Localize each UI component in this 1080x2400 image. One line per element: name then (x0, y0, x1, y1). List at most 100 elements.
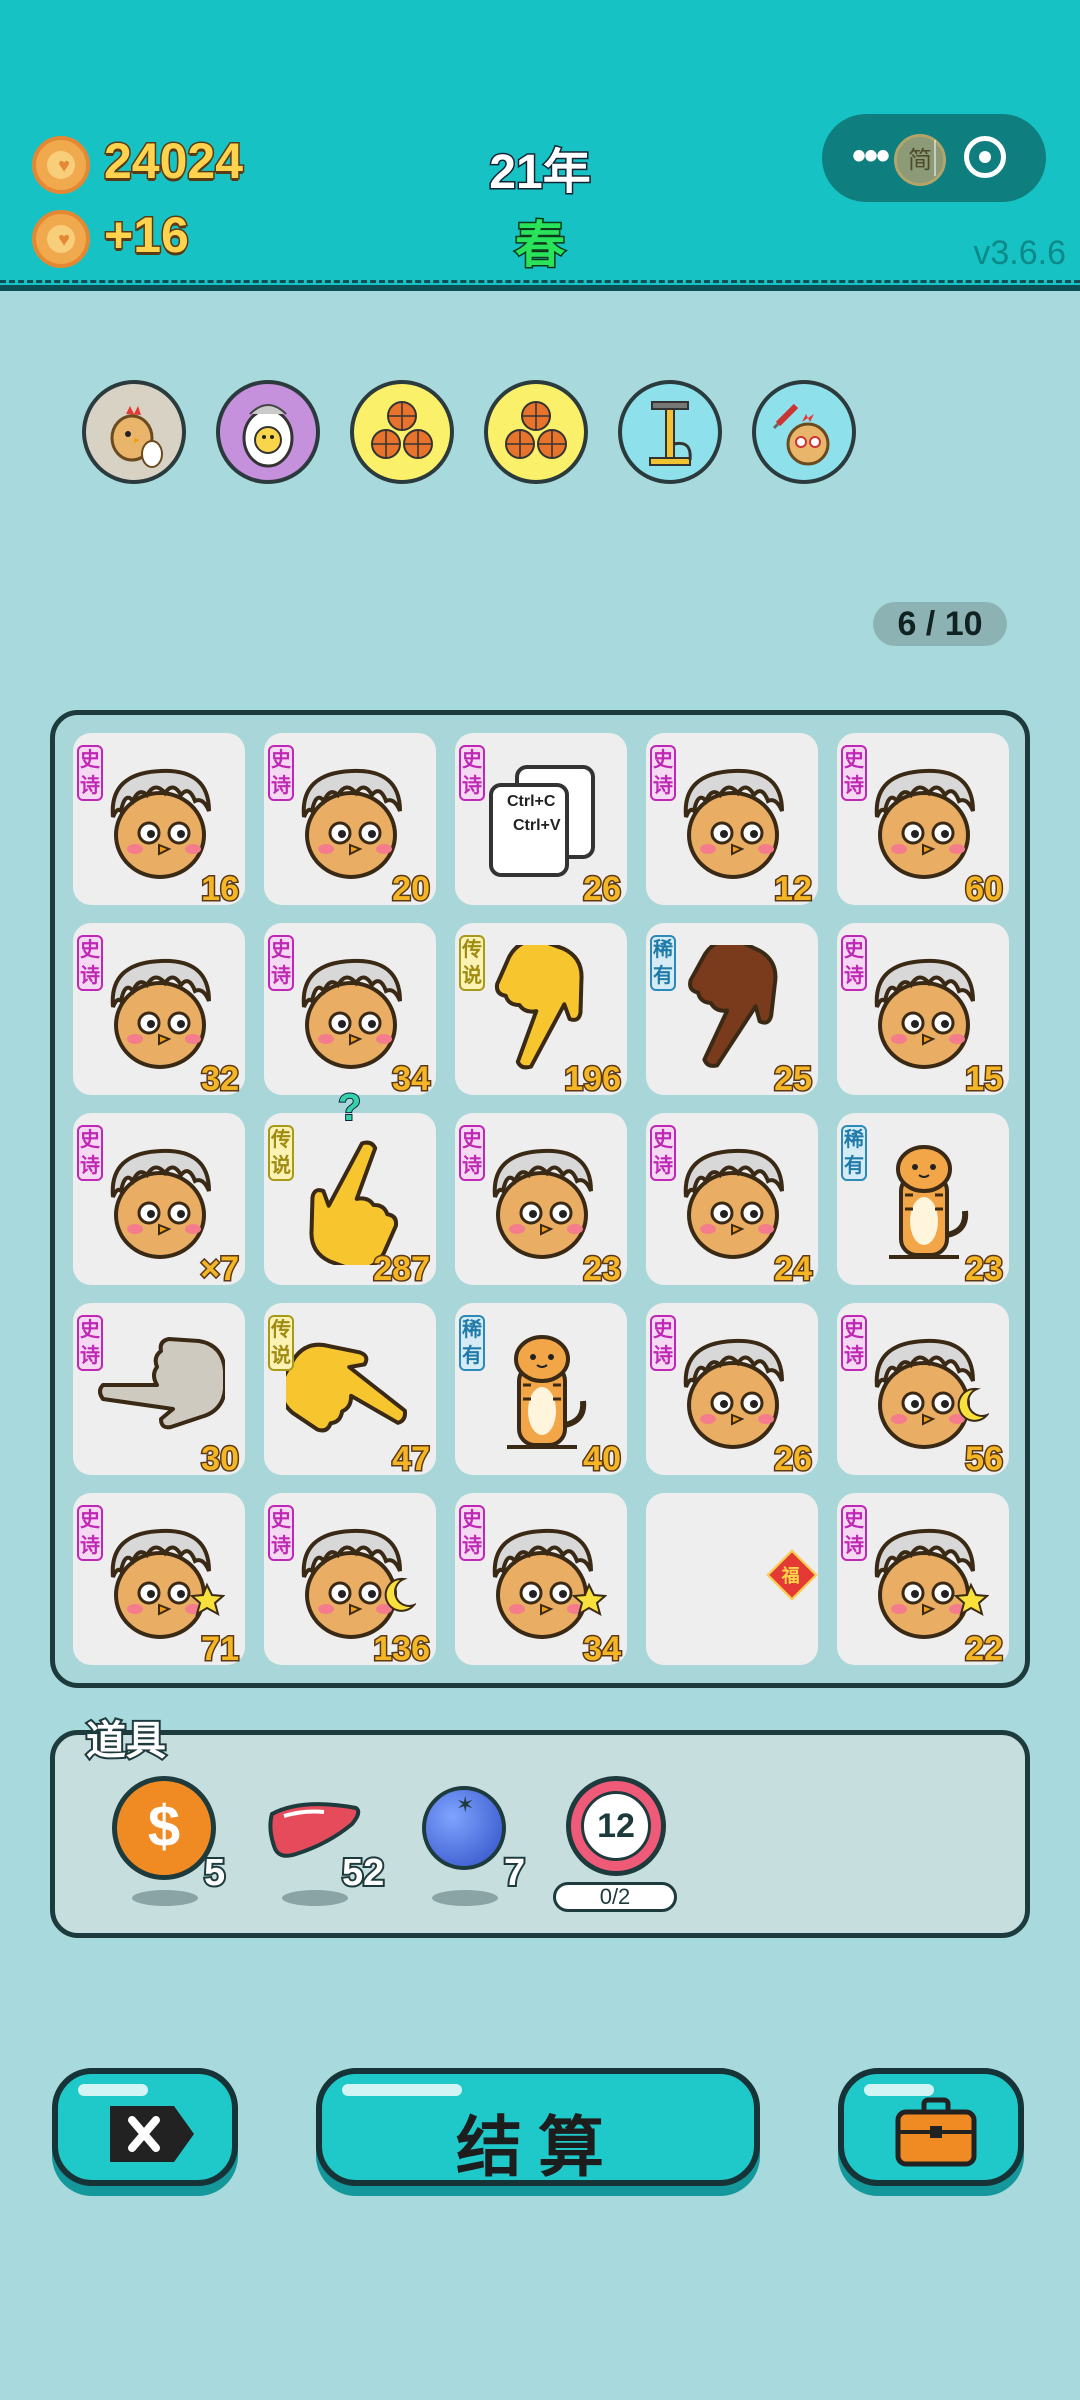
button-shine (864, 2084, 934, 2096)
ikun-chick-icon (301, 958, 402, 1069)
board-cell[interactable]: 传说 47 (264, 1303, 436, 1480)
ikun-chick-icon (683, 1148, 784, 1259)
syringe-chick-icon (772, 403, 830, 466)
coin-symbol: $ (147, 1794, 181, 1859)
item-value: 56 (964, 1439, 1005, 1480)
prop-shadow (432, 1890, 498, 1906)
board-cell[interactable]: 史诗 22 (837, 1493, 1009, 1670)
ability-syringe-chick[interactable] (752, 380, 856, 484)
rarity-tag: 史诗 (841, 1315, 867, 1371)
ikun-chick-icon (874, 1528, 989, 1639)
board-cell[interactable]: 史诗 24 (646, 1113, 818, 1290)
coin-dollar-icon[interactable]: $ (112, 1776, 216, 1880)
board-cell[interactable]: 史诗 34 (455, 1493, 627, 1670)
pointing-hand-icon (286, 1342, 408, 1433)
ikun-chick-icon (110, 1528, 225, 1639)
pointing-hand-icon (98, 1337, 225, 1430)
board-cell[interactable]: 史诗 16 (73, 733, 245, 910)
ctrl-v-label: Ctrl+V (513, 817, 561, 834)
board-cell[interactable]: 稀有 25 (646, 923, 818, 1100)
item-value: 22 (964, 1629, 1005, 1670)
miniapp-capsule: ••• 简 (822, 114, 1046, 202)
rarity-tag: 史诗 (650, 1125, 676, 1181)
board-cell[interactable]: 稀有 23 (837, 1113, 1009, 1290)
item-value: 40 (582, 1439, 623, 1480)
capsule-divider (934, 140, 936, 176)
board-cell[interactable]: 史诗 20 (264, 733, 436, 910)
board-cell[interactable]: 史诗 34 (264, 923, 436, 1100)
rarity-tag: 史诗 (268, 935, 294, 991)
target-close-icon[interactable] (964, 136, 1006, 178)
board-cell[interactable]: 史诗 26 (646, 1303, 818, 1480)
board-cell[interactable]: 史诗 71 (73, 1493, 245, 1670)
board-cell[interactable]: 史诗 ×7 (73, 1113, 245, 1290)
prop-count-coin: 5 (202, 1850, 227, 1896)
header-divider (0, 280, 1080, 283)
board-cell[interactable]: Ctrl+C Ctrl+V 史诗 26 (455, 733, 627, 910)
item-value: ×7 (199, 1249, 241, 1290)
ikun-chick-icon (301, 1528, 416, 1639)
pointing-hand-icon (309, 1140, 399, 1265)
ikun-chick-icon (874, 1338, 989, 1449)
board-cell[interactable]: 史诗 15 (837, 923, 1009, 1100)
rarity-tag: 史诗 (459, 745, 485, 801)
timer-12-icon[interactable]: 12 (566, 1776, 666, 1876)
ikun-chick-icon (301, 768, 402, 879)
ability-air-pump[interactable] (618, 380, 722, 484)
board-cell[interactable]: 史诗 32 (73, 923, 245, 1100)
item-value: 47 (391, 1439, 432, 1480)
ability-hen-with-egg[interactable] (82, 380, 186, 484)
rarity-tag: 史诗 (650, 1315, 676, 1371)
item-value: 12 (773, 869, 814, 910)
ability-triple-basketball-1[interactable] (350, 380, 454, 484)
rarity-tag: 史诗 (459, 1505, 485, 1561)
rarity-tag: 史诗 (77, 1315, 103, 1371)
rarity-tag: 稀有 (459, 1315, 485, 1371)
item-value: 16 (200, 869, 241, 910)
income-coin-icon: ♥ (32, 210, 90, 268)
rarity-tag: 史诗 (77, 745, 103, 801)
item-board: 史诗 16 史诗 20 Ctrl+C Ctrl+V 史诗 26 史诗 12 史诗 60 史诗 32 史诗 34… (50, 710, 1030, 1688)
board-cell[interactable]: 史诗 12 (646, 733, 818, 910)
board-cell[interactable]: 史诗 30 (73, 1303, 245, 1480)
timer-label: 12 (581, 1791, 651, 1861)
ikun-chick-icon (110, 768, 211, 879)
ability-triple-basketball-2[interactable] (484, 380, 588, 484)
board-cell[interactable]: 史诗 136 (264, 1493, 436, 1670)
prop-count-liver: 52 (340, 1850, 386, 1896)
props-title: 道具 (84, 1717, 168, 1765)
exit-button[interactable] (52, 2068, 238, 2186)
item-value: 25 (773, 1059, 814, 1100)
ikun-chick-icon (492, 1148, 593, 1259)
version-label: v3.6.6 (973, 234, 1066, 272)
season-label: 春 (514, 216, 567, 275)
ability-cracked-egg-chick[interactable] (216, 380, 320, 484)
ikun-chick-icon (683, 1338, 784, 1449)
rarity-tag: 稀有 (650, 935, 676, 991)
board-cell[interactable]: 史诗 60 (837, 733, 1009, 910)
year-label: 21年 (488, 145, 592, 201)
question-mark: ? (337, 1086, 362, 1130)
board-cell[interactable]: 稀有 40 (455, 1303, 627, 1480)
rarity-tag: 史诗 (268, 1505, 294, 1561)
settle-button[interactable]: 结算 (316, 2068, 760, 2186)
prop-shadow (282, 1890, 348, 1906)
rarity-tag: 史诗 (841, 1505, 867, 1561)
board-cell[interactable]: 史诗 23 (455, 1113, 627, 1290)
board-cell-empty[interactable]: 福 (646, 1493, 818, 1665)
income-value: +16 (103, 206, 191, 265)
rarity-tag: 传说 (268, 1315, 294, 1371)
board-cell[interactable]: ? 传说 287 (264, 1086, 436, 1290)
board-cell[interactable]: 史诗 56 (837, 1303, 1009, 1480)
item-value: 196 (563, 1059, 623, 1100)
bag-button[interactable] (838, 2068, 1024, 2186)
fu-charm-icon: 福 (766, 1549, 818, 1601)
simplified-stamp[interactable]: 简 (894, 134, 946, 186)
blueberry-icon[interactable]: ✶ (422, 1786, 506, 1870)
board-cell[interactable]: 传说 196 (455, 923, 627, 1100)
item-value: 23 (964, 1249, 1005, 1290)
button-shine (78, 2084, 148, 2096)
ikun-chick-icon (874, 958, 975, 1069)
ctrl-c-label: Ctrl+C (507, 793, 556, 810)
more-dots-icon[interactable]: ••• (852, 136, 890, 176)
